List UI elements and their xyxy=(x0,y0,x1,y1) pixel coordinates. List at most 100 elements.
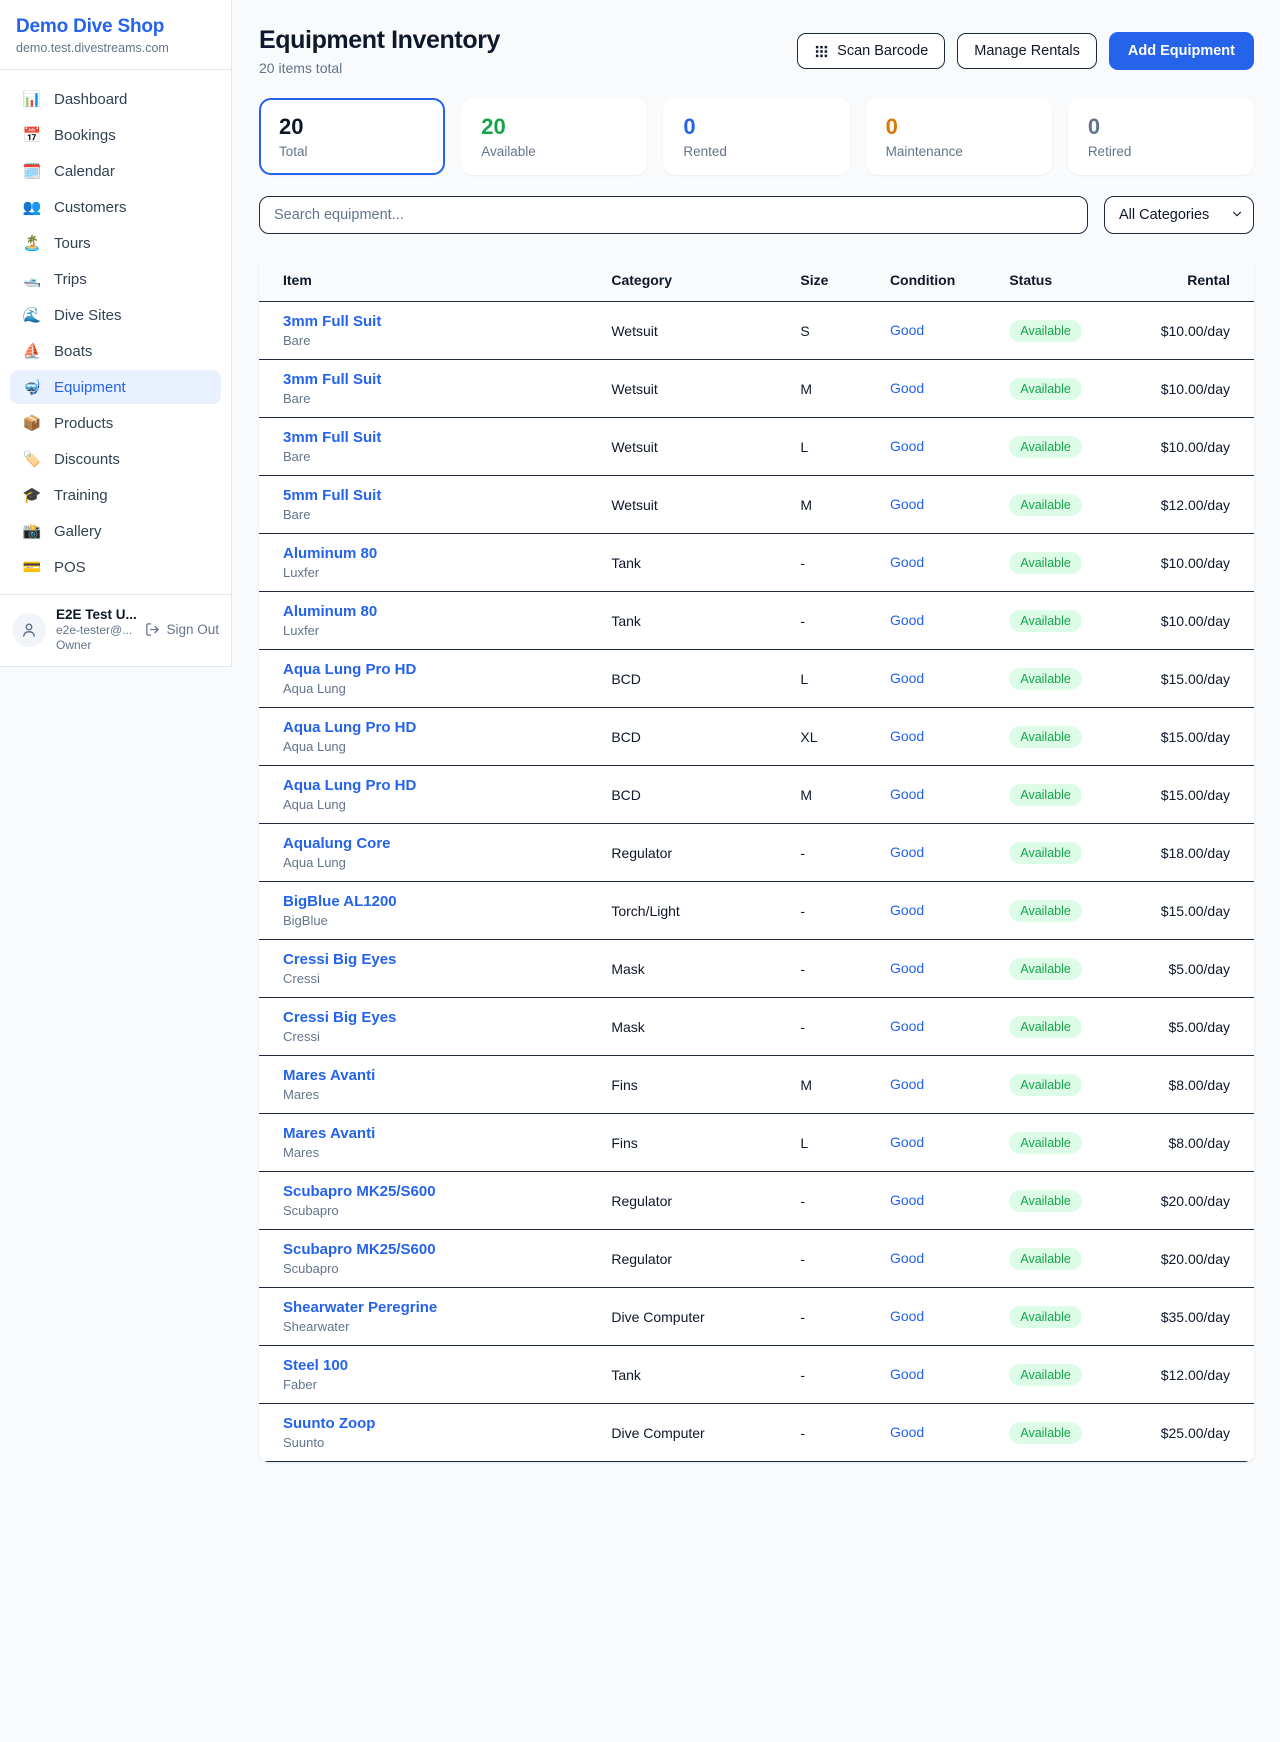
sidebar-item-label: Boats xyxy=(54,343,92,360)
stat-card[interactable]: 0 Rented xyxy=(663,98,849,175)
item-name-link[interactable]: Suunto Zoop xyxy=(283,1415,563,1432)
item-name-link[interactable]: Mares Avanti xyxy=(283,1125,563,1142)
sidebar-item[interactable]: 📦 Products xyxy=(10,406,221,440)
table-row: Cressi Big Eyes Cressi Mask - Good Avail… xyxy=(259,998,1254,1056)
condition-link[interactable]: Good xyxy=(890,1308,924,1324)
item-name-link[interactable]: Aqua Lung Pro HD xyxy=(283,719,563,736)
sidebar-item[interactable]: 📸 Gallery xyxy=(10,514,221,548)
item-name-link[interactable]: 3mm Full Suit xyxy=(283,371,563,388)
item-name-link[interactable]: Cressi Big Eyes xyxy=(283,1009,563,1026)
item-cell: BigBlue AL1200 BigBlue xyxy=(259,882,587,940)
user-email: e2e-tester@... xyxy=(56,623,135,637)
condition-link[interactable]: Good xyxy=(890,670,924,686)
search-input[interactable] xyxy=(259,196,1088,234)
item-name-link[interactable]: Steel 100 xyxy=(283,1357,563,1374)
table-row: Cressi Big Eyes Cressi Mask - Good Avail… xyxy=(259,940,1254,998)
item-name-link[interactable]: Scubapro MK25/S600 xyxy=(283,1241,563,1258)
rental-cell: $5.00/day xyxy=(1135,998,1254,1056)
status-badge: Available xyxy=(1009,1248,1082,1270)
item-name-link[interactable]: Aqua Lung Pro HD xyxy=(283,777,563,794)
sidebar-item[interactable]: 🎓 Training xyxy=(10,478,221,512)
sidebar-item[interactable]: 👥 Customers xyxy=(10,190,221,224)
sidebar-item[interactable]: ⛵ Boats xyxy=(10,334,221,368)
item-name-link[interactable]: 3mm Full Suit xyxy=(283,429,563,446)
condition-link[interactable]: Good xyxy=(890,1076,924,1092)
table-row: BigBlue AL1200 BigBlue Torch/Light - Goo… xyxy=(259,882,1254,940)
user-name: E2E Test U... xyxy=(56,607,135,622)
item-name-link[interactable]: 3mm Full Suit xyxy=(283,313,563,330)
sidebar-item[interactable]: 🌊 Dive Sites xyxy=(10,298,221,332)
status-cell: Available xyxy=(985,1056,1134,1114)
scan-barcode-button[interactable]: Scan Barcode xyxy=(797,33,945,69)
sidebar-item[interactable]: 💳 POS xyxy=(10,550,221,584)
item-name-link[interactable]: Mares Avanti xyxy=(283,1067,563,1084)
table-row: Aqua Lung Pro HD Aqua Lung BCD M Good Av… xyxy=(259,766,1254,824)
stat-card[interactable]: 0 Maintenance xyxy=(866,98,1052,175)
category-cell: Regulator xyxy=(587,1230,776,1288)
sign-out-button[interactable]: Sign Out xyxy=(145,622,219,637)
item-name-link[interactable]: Aqua Lung Pro HD xyxy=(283,661,563,678)
item-cell: Cressi Big Eyes Cressi xyxy=(259,998,587,1056)
sidebar-item[interactable]: 🏝️ Tours xyxy=(10,226,221,260)
sign-out-icon xyxy=(145,622,160,637)
rental-cell: $10.00/day xyxy=(1135,418,1254,476)
condition-link[interactable]: Good xyxy=(890,902,924,918)
condition-link[interactable]: Good xyxy=(890,1250,924,1266)
item-name-link[interactable]: Shearwater Peregrine xyxy=(283,1299,563,1316)
sidebar-item[interactable]: 🤿 Equipment xyxy=(10,370,221,404)
condition-link[interactable]: Good xyxy=(890,960,924,976)
table-row: Mares Avanti Mares Fins M Good Available… xyxy=(259,1056,1254,1114)
condition-cell: Good xyxy=(866,708,985,766)
condition-link[interactable]: Good xyxy=(890,1424,924,1440)
stat-card[interactable]: 0 Retired xyxy=(1068,98,1254,175)
sidebar-item-icon: 👥 xyxy=(22,198,42,216)
size-cell: M xyxy=(776,1056,866,1114)
sidebar-item[interactable]: 📊 Dashboard xyxy=(10,82,221,116)
item-name-link[interactable]: Scubapro MK25/S600 xyxy=(283,1183,563,1200)
condition-link[interactable]: Good xyxy=(890,496,924,512)
condition-link[interactable]: Good xyxy=(890,728,924,744)
page-title: Equipment Inventory xyxy=(259,26,500,55)
condition-link[interactable]: Good xyxy=(890,1192,924,1208)
condition-link[interactable]: Good xyxy=(890,786,924,802)
condition-link[interactable]: Good xyxy=(890,844,924,860)
sidebar-item[interactable]: 🗓️ Calendar xyxy=(10,154,221,188)
condition-cell: Good xyxy=(866,1172,985,1230)
condition-cell: Good xyxy=(866,1288,985,1346)
condition-link[interactable]: Good xyxy=(890,322,924,338)
app-root: Demo Dive Shop demo.test.divestreams.com… xyxy=(0,0,1280,1742)
size-cell: M xyxy=(776,476,866,534)
item-name-link[interactable]: BigBlue AL1200 xyxy=(283,893,563,910)
manage-rentals-button[interactable]: Manage Rentals xyxy=(957,33,1097,69)
table-row: Aqualung Core Aqua Lung Regulator - Good… xyxy=(259,824,1254,882)
column-header-category: Category xyxy=(587,258,776,302)
condition-cell: Good xyxy=(866,998,985,1056)
sidebar-item[interactable]: 📅 Bookings xyxy=(10,118,221,152)
column-header-item: Item xyxy=(259,258,587,302)
item-name-link[interactable]: 5mm Full Suit xyxy=(283,487,563,504)
condition-link[interactable]: Good xyxy=(890,1018,924,1034)
item-brand: Cressi xyxy=(283,971,563,986)
category-select[interactable]: All Categories xyxy=(1104,196,1254,234)
add-equipment-button[interactable]: Add Equipment xyxy=(1109,32,1254,70)
item-name-link[interactable]: Aluminum 80 xyxy=(283,545,563,562)
stat-card[interactable]: 20 Available xyxy=(461,98,647,175)
condition-link[interactable]: Good xyxy=(890,554,924,570)
status-badge: Available xyxy=(1009,494,1082,516)
sidebar-item[interactable]: 🛥️ Trips xyxy=(10,262,221,296)
sidebar-item-label: Calendar xyxy=(54,163,115,180)
condition-link[interactable]: Good xyxy=(890,1366,924,1382)
condition-link[interactable]: Good xyxy=(890,612,924,628)
item-name-link[interactable]: Aluminum 80 xyxy=(283,603,563,620)
condition-link[interactable]: Good xyxy=(890,380,924,396)
status-cell: Available xyxy=(985,1172,1134,1230)
item-brand: Bare xyxy=(283,449,563,464)
sidebar-item-label: Discounts xyxy=(54,451,120,468)
item-cell: 3mm Full Suit Bare xyxy=(259,418,587,476)
stat-card[interactable]: 20 Total xyxy=(259,98,445,175)
condition-link[interactable]: Good xyxy=(890,1134,924,1150)
condition-link[interactable]: Good xyxy=(890,438,924,454)
item-name-link[interactable]: Aqualung Core xyxy=(283,835,563,852)
sidebar-item[interactable]: 🏷️ Discounts xyxy=(10,442,221,476)
item-name-link[interactable]: Cressi Big Eyes xyxy=(283,951,563,968)
